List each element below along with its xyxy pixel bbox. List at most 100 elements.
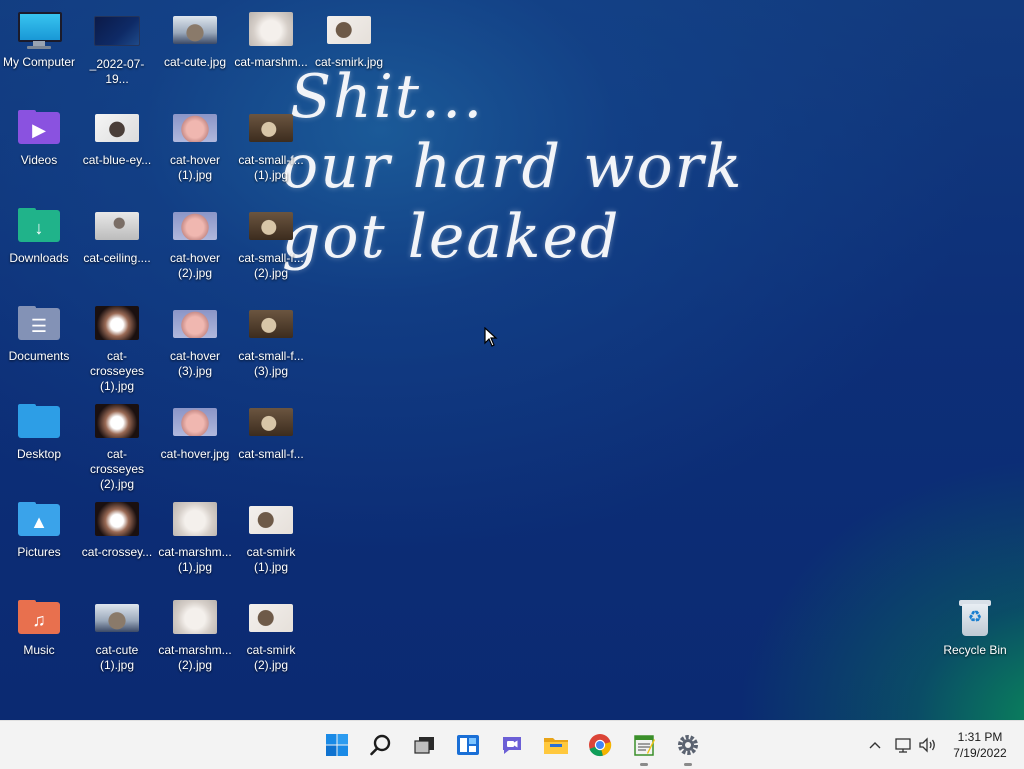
desktop-icon-label: cat-hover (3).jpg bbox=[169, 349, 221, 378]
desktop-icon-downloads[interactable]: ↓ Downloads bbox=[0, 206, 78, 266]
desktop-icon-label: My Computer bbox=[2, 55, 76, 69]
settings-button[interactable] bbox=[672, 729, 704, 766]
chrome-icon bbox=[589, 734, 612, 757]
image-thumbnail bbox=[173, 212, 217, 240]
desktop-file-cat-marshmallow-2[interactable]: cat-marshm... (2).jpg bbox=[156, 598, 234, 673]
videos-folder-icon: ▶ bbox=[16, 108, 62, 148]
desktop-icon-label: cat-ceiling.... bbox=[83, 251, 151, 265]
chat-icon bbox=[503, 737, 521, 754]
network-button[interactable] bbox=[893, 733, 913, 757]
show-hidden-icons-button[interactable] bbox=[866, 733, 884, 757]
desktop-file-cat-hover-3[interactable]: cat-hover (3).jpg bbox=[156, 304, 234, 379]
file-explorer-button[interactable] bbox=[540, 729, 572, 761]
desktop-icon-label: cat-marshm... (1).jpg bbox=[158, 545, 232, 574]
desktop-file-cat-blue-eyes[interactable]: cat-blue-ey... bbox=[78, 108, 156, 168]
desktop-file-cat-small-1[interactable]: cat-small-f... (1).jpg bbox=[232, 108, 310, 183]
desktop-file-cat-hover-2[interactable]: cat-hover (2).jpg bbox=[156, 206, 234, 281]
image-thumbnail bbox=[327, 16, 371, 44]
desktop-icon-my-computer[interactable]: My Computer bbox=[0, 10, 78, 70]
image-thumbnail bbox=[94, 16, 140, 46]
desktop-file-cat-small[interactable]: cat-small-f... bbox=[232, 402, 310, 462]
desktop-file-cat-crosseyes-1[interactable]: cat-crosseyes (1).jpg bbox=[78, 304, 156, 394]
image-thumbnail bbox=[249, 114, 293, 142]
image-thumbnail bbox=[249, 408, 293, 436]
task-view-icon bbox=[414, 737, 434, 754]
search-button[interactable] bbox=[365, 729, 397, 761]
desktop-icon-pictures[interactable]: ▲ Pictures bbox=[0, 500, 78, 560]
clock[interactable]: 1:31 PM 7/19/2022 bbox=[946, 729, 1014, 761]
desktop-icon-label: cat-cute.jpg bbox=[163, 55, 227, 69]
desktop-file-cat-crosseyes-2[interactable]: cat-crosseyes (2).jpg bbox=[78, 402, 156, 492]
image-thumbnail bbox=[95, 306, 139, 340]
image-thumbnail bbox=[95, 114, 139, 142]
desktop-icon-label: cat-small-f... bbox=[238, 447, 304, 461]
desktop-file-cat-smirk-1[interactable]: cat-smirk (1).jpg bbox=[232, 500, 310, 575]
wallpaper-text-line-2: our hard work bbox=[282, 132, 744, 202]
task-view-button[interactable] bbox=[408, 729, 440, 761]
desktop-icon-label: Pictures bbox=[17, 545, 61, 559]
image-thumbnail bbox=[249, 12, 293, 46]
desktop-icon-documents[interactable]: ☰ Documents bbox=[0, 304, 78, 364]
image-thumbnail bbox=[249, 212, 293, 240]
desktop[interactable]: Shit... our hard work got leaked My Comp… bbox=[0, 0, 1024, 720]
widgets-button[interactable] bbox=[452, 729, 484, 761]
image-thumbnail bbox=[95, 212, 139, 240]
file-explorer-icon bbox=[544, 738, 568, 754]
wallpaper-text-line-1: Shit... bbox=[290, 62, 485, 132]
desktop-file-cat-smirk-2[interactable]: cat-smirk (2).jpg bbox=[232, 598, 310, 673]
desktop-file-cat-marshmallow-1[interactable]: cat-marshm... (1).jpg bbox=[156, 500, 234, 575]
desktop-file-cat-smirk[interactable]: cat-smirk.jpg bbox=[310, 10, 388, 70]
image-thumbnail bbox=[173, 310, 217, 338]
documents-folder-icon: ☰ bbox=[16, 304, 62, 344]
notepad-icon bbox=[634, 735, 655, 756]
widgets-icon bbox=[457, 735, 479, 755]
image-thumbnail bbox=[173, 600, 217, 634]
chevron-up-icon bbox=[869, 742, 881, 749]
start-button[interactable] bbox=[321, 729, 353, 761]
taskbar: 1:31 PM 7/19/2022 bbox=[0, 720, 1024, 769]
volume-icon bbox=[919, 737, 935, 753]
network-icon bbox=[895, 738, 911, 753]
desktop-icon-label: cat-hover.jpg bbox=[160, 447, 230, 461]
running-indicator bbox=[640, 763, 648, 766]
desktop-icon-label: Music bbox=[23, 643, 55, 657]
desktop-icon-label: cat-small-f... (1).jpg bbox=[238, 153, 304, 182]
desktop-icon-videos[interactable]: ▶ Videos bbox=[0, 108, 78, 168]
notepad-button[interactable] bbox=[628, 729, 660, 766]
recycle-bin-icon: ♻ bbox=[952, 598, 998, 638]
desktop-file-cat-marshmallow[interactable]: cat-marshm... bbox=[232, 10, 310, 70]
desktop-icon-label: Downloads bbox=[9, 251, 69, 265]
chat-button[interactable] bbox=[496, 729, 528, 761]
desktop-file-cat-hover-1[interactable]: cat-hover (1).jpg bbox=[156, 108, 234, 183]
desktop-folder-icon bbox=[16, 402, 62, 442]
desktop-icon-recycle-bin[interactable]: ♻ Recycle Bin bbox=[936, 598, 1014, 658]
music-folder-icon: ♫ bbox=[16, 598, 62, 638]
desktop-file-cat-small-3[interactable]: cat-small-f... (3).jpg bbox=[232, 304, 310, 379]
settings-icon bbox=[678, 735, 698, 755]
desktop-icon-label: cat-smirk (1).jpg bbox=[246, 545, 296, 574]
desktop-icon-music[interactable]: ♫ Music bbox=[0, 598, 78, 658]
desktop-file-cat-cute-1[interactable]: cat-cute (1).jpg bbox=[78, 598, 156, 673]
desktop-icon-desktop[interactable]: Desktop bbox=[0, 402, 78, 462]
chrome-button[interactable] bbox=[584, 729, 616, 761]
desktop-file-cat-crosseyes[interactable]: cat-crossey... bbox=[78, 500, 156, 560]
desktop-file-screenshot[interactable]: _2022-07-19... bbox=[78, 10, 156, 87]
desktop-icon-label: cat-hover (2).jpg bbox=[169, 251, 221, 280]
desktop-icon-label: cat-hover (1).jpg bbox=[169, 153, 221, 182]
image-thumbnail bbox=[95, 604, 139, 632]
desktop-icon-label: Videos bbox=[20, 153, 58, 167]
desktop-file-cat-small-2[interactable]: cat-small-f... (2).jpg bbox=[232, 206, 310, 281]
desktop-file-cat-cute[interactable]: cat-cute.jpg bbox=[156, 10, 234, 70]
volume-button[interactable] bbox=[918, 733, 938, 757]
clock-date: 7/19/2022 bbox=[953, 746, 1007, 760]
desktop-icon-label: Documents bbox=[8, 349, 70, 363]
desktop-file-cat-ceiling[interactable]: cat-ceiling.... bbox=[78, 206, 156, 266]
desktop-icon-label: cat-cute (1).jpg bbox=[95, 643, 139, 672]
desktop-file-cat-hover[interactable]: cat-hover.jpg bbox=[156, 402, 234, 462]
image-thumbnail bbox=[173, 408, 217, 436]
image-thumbnail bbox=[95, 404, 139, 438]
clock-time: 1:31 PM bbox=[957, 730, 1003, 744]
computer-icon bbox=[16, 10, 62, 50]
desktop-icon-label: cat-marshm... bbox=[234, 55, 308, 69]
desktop-icon-label: cat-crosseyes (1).jpg bbox=[89, 349, 145, 393]
